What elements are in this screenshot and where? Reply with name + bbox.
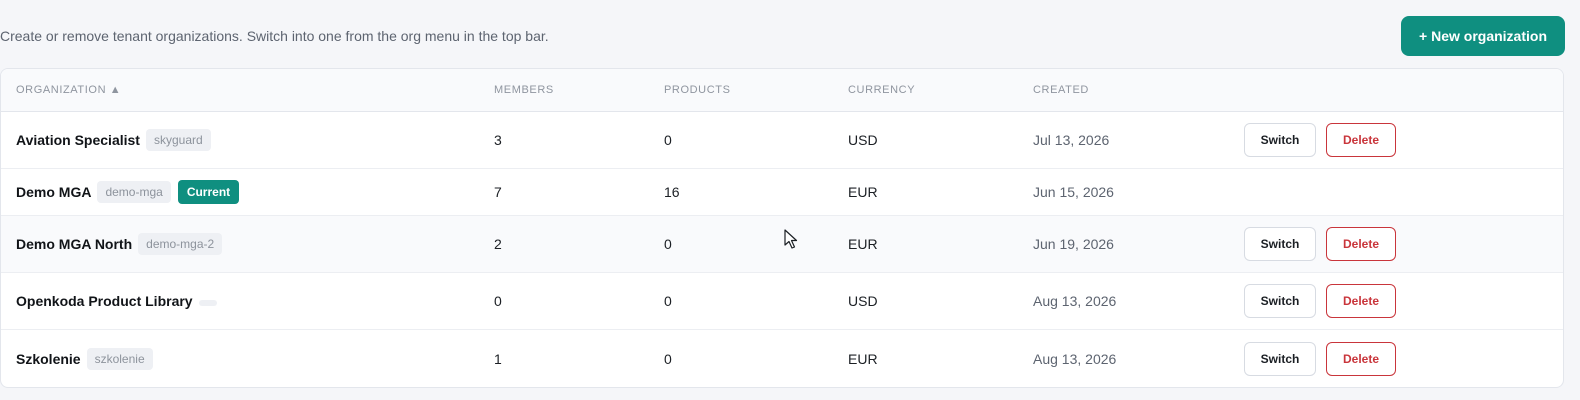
table-header: ORGANIZATION ▲ MEMBERS PRODUCTS CURRENCY… [1,69,1563,112]
column-header-products[interactable]: PRODUCTS [664,69,731,112]
actions-cell: Switch Delete [1244,112,1396,168]
switch-button[interactable]: Switch [1244,227,1316,261]
members-cell: 2 [494,236,502,252]
organization-cell: Openkoda Product Library [16,273,217,329]
products-cell: 0 [664,351,672,367]
column-header-organization[interactable]: ORGANIZATION ▲ [16,69,121,112]
organization-name: Demo MGA [16,184,92,200]
actions-cell: Switch Delete [1244,273,1396,329]
column-header-created[interactable]: CREATED [1033,69,1089,112]
column-header-currency[interactable]: CURRENCY [848,69,915,112]
members-cell: 1 [494,351,502,367]
actions-cell: Switch Delete [1244,216,1396,272]
new-organization-button[interactable]: + New organization [1401,16,1565,56]
table-row: Openkoda Product Library 0 0 USD Aug 13,… [1,273,1563,330]
organization-name: Demo MGA North [16,236,133,252]
switch-button[interactable]: Switch [1244,342,1316,376]
organization-slug: szkolenie [86,348,153,370]
created-cell: Jun 19, 2026 [1033,236,1114,252]
organization-name: Openkoda Product Library [16,293,193,309]
organization-name: Szkolenie [16,351,81,367]
organizations-table: ORGANIZATION ▲ MEMBERS PRODUCTS CURRENCY… [0,68,1564,388]
column-header-members[interactable]: MEMBERS [494,69,554,112]
currency-cell: EUR [848,351,878,367]
organization-cell: Demo MGA demo-mga Current [16,169,240,215]
organization-cell: Aviation Specialist skyguard [16,112,211,168]
currency-cell: EUR [848,184,878,200]
delete-button[interactable]: Delete [1326,123,1396,157]
organization-slug: skyguard [145,129,211,151]
organization-cell: Demo MGA North demo-mga-2 [16,216,223,272]
created-cell: Aug 13, 2026 [1033,351,1117,367]
members-cell: 7 [494,184,502,200]
created-cell: Aug 13, 2026 [1033,293,1117,309]
delete-button[interactable]: Delete [1326,227,1396,261]
mouse-cursor-icon [784,229,798,249]
page-subtitle: Create or remove tenant organizations. S… [0,28,549,44]
products-cell: 0 [664,132,672,148]
table-row: Demo MGA demo-mga Current 7 16 EUR Jun 1… [1,169,1563,216]
currency-cell: USD [848,132,878,148]
organization-cell: Szkolenie szkolenie [16,330,153,387]
page-header: Create or remove tenant organizations. S… [0,16,1565,56]
created-cell: Jul 13, 2026 [1033,132,1110,148]
delete-button[interactable]: Delete [1326,284,1396,318]
members-cell: 0 [494,293,502,309]
products-cell: 0 [664,293,672,309]
table-row: Demo MGA North demo-mga-2 2 0 EUR Jun 19… [1,216,1563,273]
products-cell: 16 [664,184,680,200]
table-row: Aviation Specialist skyguard 3 0 USD Jul… [1,112,1563,169]
switch-button[interactable]: Switch [1244,123,1316,157]
currency-cell: EUR [848,236,878,252]
switch-button[interactable]: Switch [1244,284,1316,318]
created-cell: Jun 15, 2026 [1033,184,1114,200]
products-cell: 0 [664,236,672,252]
current-badge: Current [177,180,240,204]
actions-cell: Switch Delete [1244,330,1396,387]
organization-slug: demo-mga-2 [138,233,223,255]
organization-name: Aviation Specialist [16,132,140,148]
organization-slug: demo-mga [97,181,171,203]
delete-button[interactable]: Delete [1326,342,1396,376]
table-row: Szkolenie szkolenie 1 0 EUR Aug 13, 2026… [1,330,1563,387]
organization-slug [198,300,217,306]
members-cell: 3 [494,132,502,148]
currency-cell: USD [848,293,878,309]
